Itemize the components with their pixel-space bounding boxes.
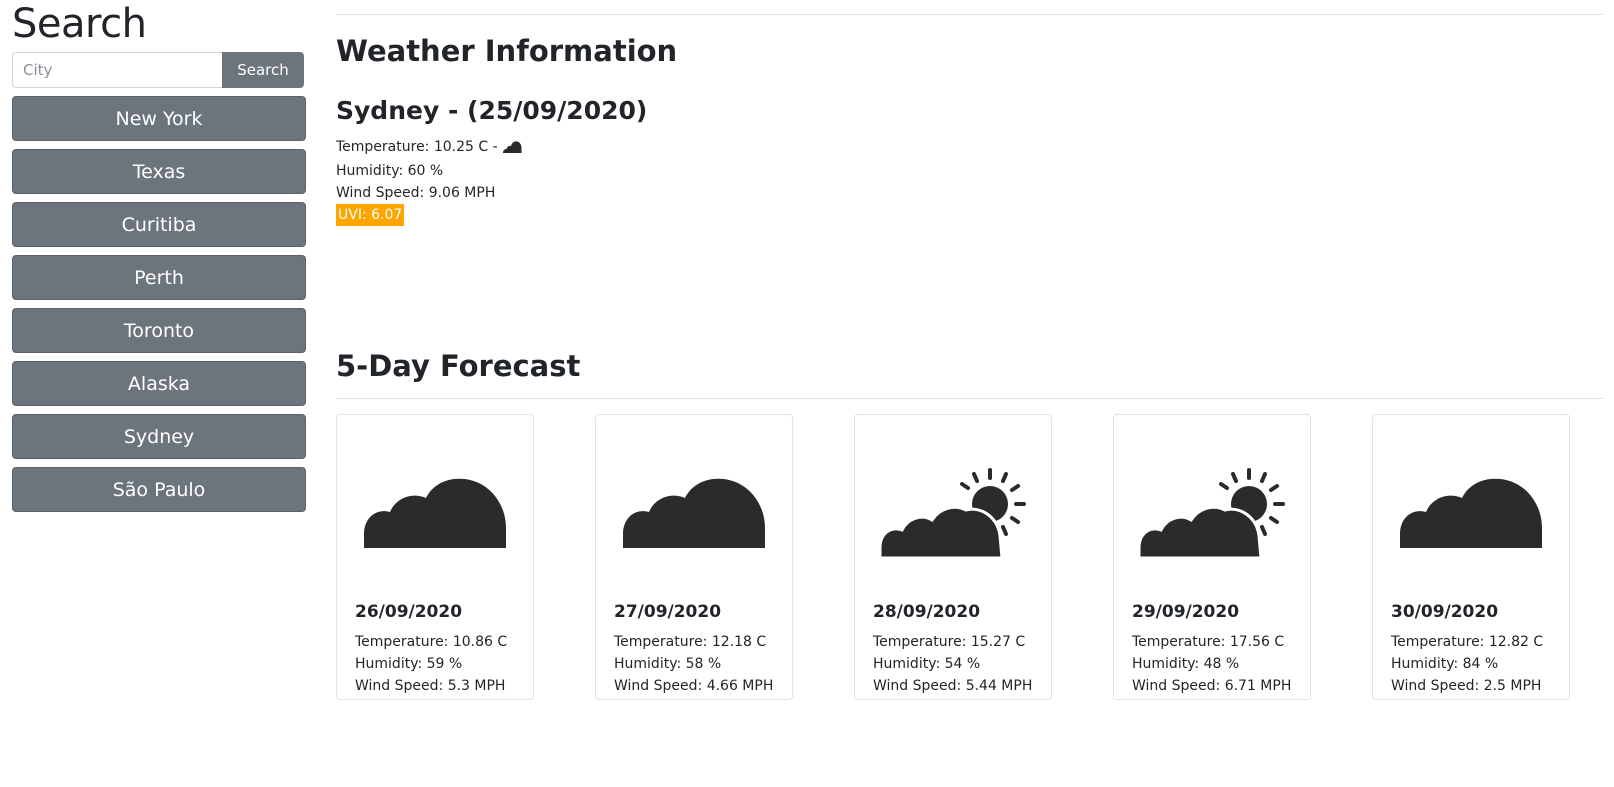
- uvi-badge: UVI: 6.07: [336, 204, 405, 226]
- city-button-sao-paulo[interactable]: São Paulo: [12, 467, 306, 512]
- current-weather: Sydney - (25/09/2020) Temperature: 10.25…: [336, 95, 1604, 226]
- forecast-temperature: Temperature: 15.27 C: [873, 634, 1026, 650]
- city-button-toronto[interactable]: Toronto: [12, 308, 306, 353]
- forecast-wind-speed: Wind Speed: 5.3 MPH: [355, 678, 506, 694]
- forecast-card: 30/09/2020 Temperature: 12.82 C Humidity…: [1372, 414, 1570, 700]
- top-divider: [336, 14, 1604, 15]
- cloud-icon: [502, 138, 522, 160]
- current-wind-speed: Wind Speed: 9.06 MPH: [336, 185, 496, 201]
- city-button-perth[interactable]: Perth: [12, 255, 306, 300]
- partly-sunny-icon: [1132, 415, 1292, 597]
- forecast-date: 28/09/2020: [873, 602, 981, 622]
- forecast-card: 28/09/2020 Temperature: 15.27 C Humidity…: [854, 414, 1052, 700]
- partly-sunny-icon: [873, 415, 1033, 597]
- current-temperature-row: Temperature: 10.25 C -: [336, 136, 1604, 160]
- search-sidebar: Search Search New York Texas Curitiba Pe…: [12, 0, 306, 520]
- forecast-wind-speed: Wind Speed: 5.44 MPH: [873, 678, 1033, 694]
- city-button-texas[interactable]: Texas: [12, 149, 306, 194]
- forecast-humidity: Humidity: 54 %: [873, 656, 981, 672]
- forecast-divider: [336, 398, 1604, 399]
- forecast-humidity: Humidity: 59 %: [355, 656, 463, 672]
- search-button[interactable]: Search: [222, 52, 304, 88]
- forecast-heading: 5-Day Forecast: [336, 349, 581, 383]
- cloud-icon: [1391, 415, 1551, 597]
- forecast-date: 30/09/2020: [1391, 602, 1499, 622]
- forecast-card: 29/09/2020 Temperature: 17.56 C Humidity…: [1113, 414, 1311, 700]
- city-button-new-york[interactable]: New York: [12, 96, 306, 141]
- forecast-date: 27/09/2020: [614, 602, 722, 622]
- forecast-temperature: Temperature: 17.56 C: [1132, 634, 1285, 650]
- city-search-input[interactable]: [12, 52, 222, 88]
- current-humidity: Humidity: 60 %: [336, 163, 444, 179]
- city-history-list: New York Texas Curitiba Perth Toronto Al…: [12, 96, 306, 512]
- current-temperature: Temperature: 10.25 C -: [336, 139, 503, 155]
- city-button-sydney[interactable]: Sydney: [12, 414, 306, 459]
- cloud-icon: [355, 415, 515, 597]
- forecast-card: 27/09/2020 Temperature: 12.18 C Humidity…: [595, 414, 793, 700]
- forecast-temperature: Temperature: 10.86 C: [355, 634, 508, 650]
- forecast-humidity: Humidity: 48 %: [1132, 656, 1240, 672]
- weather-heading: Weather Information: [336, 34, 678, 68]
- forecast-wind-speed: Wind Speed: 6.71 MPH: [1132, 678, 1292, 694]
- city-button-alaska[interactable]: Alaska: [12, 361, 306, 406]
- weather-main: Weather Information Sydney - (25/09/2020…: [336, 0, 1604, 226]
- city-button-curitiba[interactable]: Curitiba: [12, 202, 306, 247]
- search-title: Search: [12, 1, 147, 47]
- forecast-temperature: Temperature: 12.18 C: [614, 634, 767, 650]
- forecast-wind-speed: Wind Speed: 2.5 MPH: [1391, 678, 1542, 694]
- current-city-date: Sydney - (25/09/2020): [336, 96, 648, 125]
- forecast-humidity: Humidity: 58 %: [614, 656, 722, 672]
- forecast-wind-speed: Wind Speed: 4.66 MPH: [614, 678, 774, 694]
- forecast-humidity: Humidity: 84 %: [1391, 656, 1499, 672]
- forecast-card: 26/09/2020 Temperature: 10.86 C Humidity…: [336, 414, 534, 700]
- forecast-date: 26/09/2020: [355, 602, 463, 622]
- forecast-temperature: Temperature: 12.82 C: [1391, 634, 1544, 650]
- cloud-icon: [614, 415, 774, 597]
- forecast-date: 29/09/2020: [1132, 602, 1240, 622]
- search-form: Search: [12, 52, 306, 88]
- forecast-cards: 26/09/2020 Temperature: 10.86 C Humidity…: [336, 414, 1570, 700]
